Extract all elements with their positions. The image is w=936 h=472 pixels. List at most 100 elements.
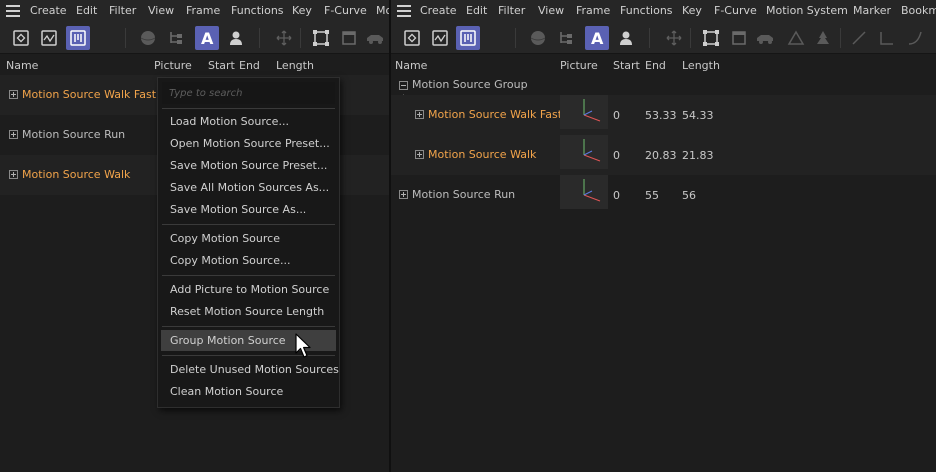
sphere-icon[interactable] xyxy=(526,26,550,50)
user-icon[interactable] xyxy=(614,26,638,50)
motion-mode-icon[interactable] xyxy=(66,26,90,50)
menu-motion-system[interactable]: Motion System xyxy=(766,4,848,17)
menu-item-load-motion-source[interactable]: Load Motion Source... xyxy=(161,111,336,132)
col-name[interactable]: Name xyxy=(395,59,427,72)
motion-mode-icon[interactable] xyxy=(456,26,480,50)
col-picture[interactable]: Picture xyxy=(154,59,192,72)
clapper-icon[interactable] xyxy=(337,26,361,50)
col-start[interactable]: Start xyxy=(208,59,235,72)
motion-source-row[interactable]: Motion Source Walk Fast 0 53.33 54.33 xyxy=(391,95,936,135)
menu-fcurve[interactable]: F-Curve xyxy=(324,4,367,17)
menu-create[interactable]: Create xyxy=(420,4,457,17)
expand-icon[interactable] xyxy=(9,170,18,179)
motion-source-group-row[interactable]: Motion Source Group xyxy=(391,75,936,95)
expand-icon[interactable] xyxy=(9,130,18,139)
menu-search-input[interactable] xyxy=(162,82,335,104)
tree-icon[interactable] xyxy=(811,26,835,50)
col-end[interactable]: End xyxy=(239,59,260,72)
menu-key[interactable]: Key xyxy=(292,4,312,17)
end-value: 55 xyxy=(645,189,659,202)
expand-icon[interactable] xyxy=(415,150,424,159)
menu-edit[interactable]: Edit xyxy=(76,4,97,17)
user-icon[interactable] xyxy=(224,26,248,50)
menu-separator xyxy=(162,108,335,109)
menu-key[interactable]: Key xyxy=(682,4,702,17)
col-end[interactable]: End xyxy=(645,59,666,72)
menu-view[interactable]: View xyxy=(538,4,564,17)
car-icon[interactable] xyxy=(754,26,778,50)
move-icon[interactable] xyxy=(662,26,686,50)
menu-edit[interactable]: Edit xyxy=(466,4,487,17)
col-start[interactable]: Start xyxy=(613,59,640,72)
end-value: 20.83 xyxy=(645,149,677,162)
triangle-icon[interactable] xyxy=(784,26,808,50)
menu-view[interactable]: View xyxy=(148,4,174,17)
menu-motion-system-truncated[interactable]: Mo xyxy=(376,4,390,17)
collapse-icon[interactable] xyxy=(399,81,408,90)
text-a-icon[interactable]: A xyxy=(195,26,219,50)
keyframe-mode-icon[interactable] xyxy=(400,26,424,50)
menu-item-save-preset[interactable]: Save Motion Source Preset... xyxy=(161,155,336,176)
menu-bookmarks[interactable]: Bookm xyxy=(901,4,936,17)
expand-icon[interactable] xyxy=(415,110,424,119)
row-name: Motion Source Walk xyxy=(428,148,537,161)
row-name: Motion Source Run xyxy=(412,188,516,201)
menu-item-copy-motion-source-dialog[interactable]: Copy Motion Source... xyxy=(161,250,336,271)
move-icon[interactable] xyxy=(272,26,296,50)
text-a-icon[interactable]: A xyxy=(585,26,609,50)
car-icon[interactable] xyxy=(364,26,388,50)
menu-filter[interactable]: Filter xyxy=(498,4,525,17)
row-name: Motion Source Walk Fast xyxy=(428,108,563,121)
hamburger-menu-icon[interactable] xyxy=(397,5,411,17)
menu-functions[interactable]: Functions xyxy=(231,4,284,17)
menu-item-delete-unused[interactable]: Delete Unused Motion Sources xyxy=(161,359,339,380)
menu-item-save-all-as[interactable]: Save All Motion Sources As... xyxy=(161,177,336,198)
menu-frame[interactable]: Frame xyxy=(576,4,610,17)
menu-item-clean-motion-source[interactable]: Clean Motion Source xyxy=(161,381,336,402)
menu-item-copy-motion-source[interactable]: Copy Motion Source xyxy=(161,228,336,249)
menu-item-open-preset[interactable]: Open Motion Source Preset... xyxy=(161,133,336,154)
svg-text:A: A xyxy=(201,29,214,47)
col-length[interactable]: Length xyxy=(276,59,314,72)
linear-curve-icon[interactable] xyxy=(847,26,871,50)
hierarchy-icon[interactable] xyxy=(164,26,188,50)
frame-icon[interactable] xyxy=(309,26,333,50)
hierarchy-icon[interactable] xyxy=(554,26,578,50)
col-name[interactable]: Name xyxy=(6,59,38,72)
keyframe-mode-icon[interactable] xyxy=(9,26,33,50)
menu-filter[interactable]: Filter xyxy=(109,4,136,17)
menu-item-add-picture[interactable]: Add Picture to Motion Source xyxy=(161,279,336,300)
menu-fcurve[interactable]: F-Curve xyxy=(714,4,757,17)
start-value: 0 xyxy=(613,149,620,162)
motion-source-row[interactable]: Motion Source Walk 0 20.83 21.83 xyxy=(391,135,936,175)
fcurve-mode-icon[interactable] xyxy=(428,26,452,50)
motion-source-row[interactable]: Motion Source Run 0 55 56 xyxy=(391,175,936,215)
fcurve-mode-icon[interactable] xyxy=(37,26,61,50)
motion-thumbnail xyxy=(560,175,608,209)
step-curve-icon[interactable] xyxy=(875,26,899,50)
menu-create[interactable]: Create xyxy=(30,4,67,17)
menu-functions[interactable]: Functions xyxy=(620,4,673,17)
hamburger-menu-icon[interactable] xyxy=(6,5,20,17)
col-length[interactable]: Length xyxy=(682,59,720,72)
length-value: 56 xyxy=(682,189,696,202)
ease-curve-icon[interactable] xyxy=(903,26,927,50)
menu-separator xyxy=(162,224,335,225)
row-name: Motion Source Run xyxy=(22,128,126,141)
frame-icon[interactable] xyxy=(699,26,723,50)
col-picture[interactable]: Picture xyxy=(560,59,598,72)
menu-frame[interactable]: Frame xyxy=(186,4,220,17)
menu-separator xyxy=(162,326,335,327)
clapper-icon[interactable] xyxy=(727,26,751,50)
row-name: Motion Source Walk Fast xyxy=(22,88,157,101)
menu-item-reset-length[interactable]: Reset Motion Source Length xyxy=(161,301,336,322)
left-menubar: Create Edit Filter View Frame Functions … xyxy=(0,0,390,22)
start-value: 0 xyxy=(613,109,620,122)
expand-icon[interactable] xyxy=(399,190,408,199)
motion-thumbnail xyxy=(560,95,608,129)
menu-item-save-as[interactable]: Save Motion Source As... xyxy=(161,199,336,220)
row-name: Motion Source Group xyxy=(412,78,528,91)
sphere-icon[interactable] xyxy=(136,26,160,50)
menu-marker[interactable]: Marker xyxy=(853,4,891,17)
expand-icon[interactable] xyxy=(9,90,18,99)
